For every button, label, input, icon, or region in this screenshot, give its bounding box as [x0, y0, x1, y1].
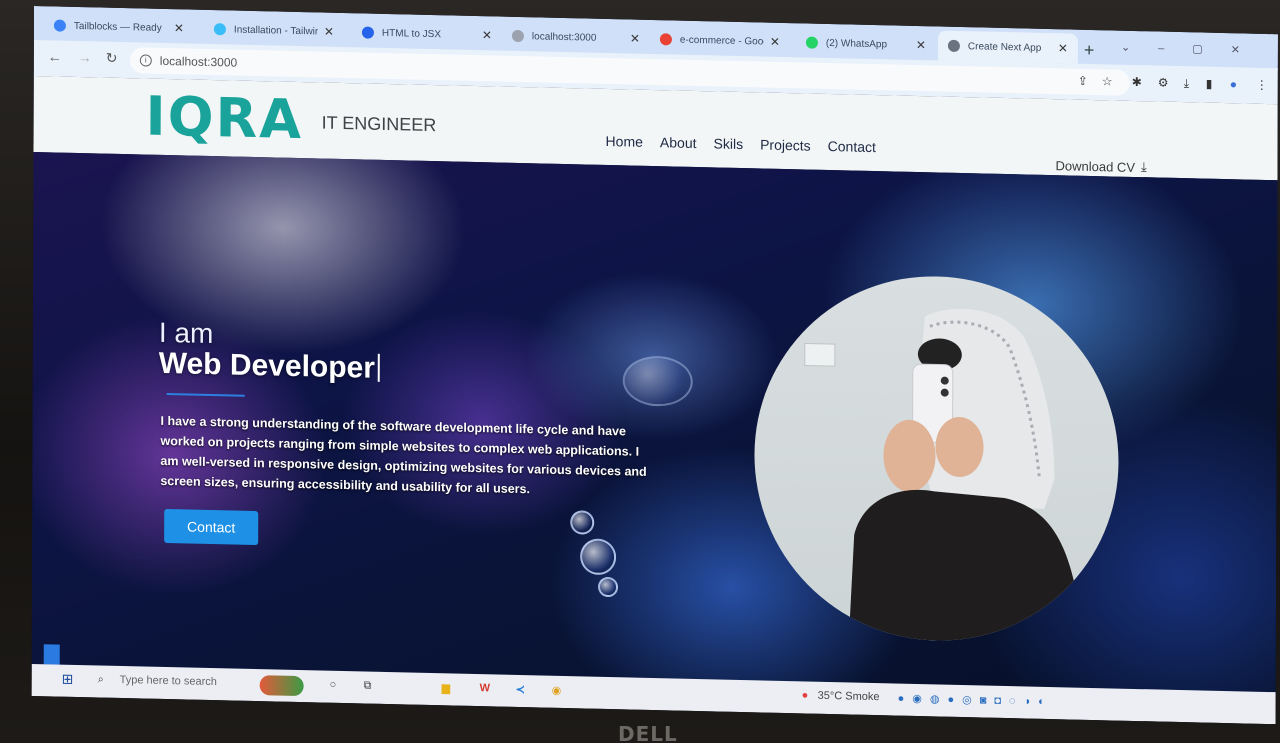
- download-icon: ⤓: [1140, 159, 1147, 175]
- weather-icon: ●: [801, 689, 809, 702]
- hero-underline-divider: [166, 393, 245, 397]
- download-cv-label: Download CV: [1055, 157, 1136, 175]
- download-icon[interactable]: ⤓: [1184, 76, 1189, 91]
- laptop-brand-logo: DELL: [618, 722, 678, 743]
- tab-html-to-jsx[interactable]: HTML to JSX ✕: [352, 17, 502, 50]
- file-explorer-icon[interactable]: ▆: [442, 681, 451, 694]
- tab-label: e-commerce - Goog: [679, 34, 764, 48]
- tab-label: (2) WhatsApp: [825, 37, 888, 50]
- tab-localhost[interactable]: localhost:3000 ✕: [502, 21, 650, 54]
- new-tab-plus-icon[interactable]: +: [1084, 40, 1095, 61]
- photo-of-laptop-screen: Tailblocks — Ready ✕ Installation - Tail…: [0, 0, 1280, 743]
- search-icon[interactable]: ⌕: [98, 673, 104, 686]
- task-view-icon[interactable]: ⧉: [364, 679, 372, 692]
- tab-favicon-icon: [361, 26, 374, 39]
- menu-kebab-icon[interactable]: ⋮: [1256, 78, 1268, 92]
- tab-close-icon[interactable]: ✕: [324, 25, 334, 39]
- tab-installation-tailwind[interactable]: Installation - Tailwind ✕: [204, 14, 344, 47]
- weather-status[interactable]: 35°C Smoke: [818, 690, 880, 703]
- bubble-decoration: [622, 355, 693, 407]
- tab-tailblocks[interactable]: Tailblocks — Ready ✕: [44, 10, 194, 43]
- tab-favicon-icon: [511, 29, 524, 43]
- tab-ecommerce-google[interactable]: e-commerce - Goog ✕: [650, 24, 790, 57]
- bubble-decoration: [580, 538, 617, 576]
- hero-intro: I am: [158, 316, 214, 350]
- tab-close-icon[interactable]: ✕: [770, 35, 780, 49]
- chrome-icon[interactable]: ◉: [552, 684, 562, 697]
- site-info-icon[interactable]: i: [139, 54, 152, 67]
- extension-pin-icon[interactable]: ✱: [1132, 75, 1142, 89]
- back-arrow-icon[interactable]: ←: [48, 48, 62, 64]
- tab-favicon-icon: [213, 23, 226, 36]
- hero-role-heading: Web Developer: [159, 347, 380, 386]
- contact-button[interactable]: Contact: [164, 508, 259, 546]
- hero-bio: I have a strong understanding of the sof…: [160, 413, 647, 497]
- tab-favicon-icon: [53, 19, 66, 32]
- scroll-indicator: [43, 644, 60, 665]
- nav-contact[interactable]: Contact: [828, 138, 876, 155]
- nav-home[interactable]: Home: [606, 133, 643, 150]
- tab-close-icon[interactable]: ✕: [1058, 41, 1068, 55]
- taskbar-search-input[interactable]: Type here to search: [120, 674, 217, 688]
- tab-label: HTML to JSX: [381, 27, 442, 40]
- nav-skills[interactable]: Skils: [713, 135, 743, 152]
- tab-favicon-icon: [805, 36, 818, 49]
- laptop-screen: Tailblocks — Ready ✕ Installation - Tail…: [31, 6, 1278, 725]
- tab-favicon-icon: [659, 33, 672, 46]
- share-icon[interactable]: ⇪: [1078, 74, 1088, 88]
- tab-close-icon[interactable]: ✕: [482, 28, 492, 42]
- tab-whatsapp[interactable]: (2) WhatsApp ✕: [796, 27, 936, 60]
- hero-section: I am Web Developer I have a strong under…: [31, 151, 1278, 701]
- download-cv-button[interactable]: Download CV ⤓: [1055, 157, 1146, 175]
- tab-label: Tailblocks — Ready: [73, 20, 162, 34]
- tab-close-icon[interactable]: ✕: [630, 32, 640, 46]
- main-nav: Home About Skils Projects Contact: [606, 133, 876, 155]
- reload-icon[interactable]: ↻: [106, 50, 118, 67]
- nav-projects[interactable]: Projects: [760, 136, 811, 153]
- tab-label: localhost:3000: [531, 30, 597, 44]
- bubble-decoration: [570, 510, 595, 535]
- windows-start-icon[interactable]: ⊞: [62, 671, 74, 688]
- vscode-icon[interactable]: ≺: [516, 683, 525, 696]
- extensions-icon[interactable]: ⚙: [1158, 76, 1169, 90]
- typing-cursor: [377, 353, 380, 382]
- tab-create-next-app[interactable]: Create Next App ✕: [937, 30, 1078, 64]
- profile-photo: [753, 272, 1120, 645]
- taskbar-weather-widget-icon[interactable]: [259, 675, 304, 697]
- profile-avatar-icon[interactable]: ●: [1230, 77, 1237, 91]
- window-controls[interactable]: ⌄–▢✕: [1121, 41, 1268, 57]
- tab-close-icon[interactable]: ✕: [916, 38, 926, 52]
- bookmark-star-icon[interactable]: ☆: [1102, 74, 1113, 88]
- forward-arrow-icon[interactable]: →: [78, 49, 92, 65]
- side-panel-icon[interactable]: ▮: [1206, 77, 1213, 91]
- site-tagline: IT ENGINEER: [321, 112, 437, 136]
- cortana-icon[interactable]: ○: [330, 679, 337, 691]
- wps-office-icon[interactable]: W: [480, 682, 490, 694]
- system-tray-icons[interactable]: ●◉◍●◎◙◘◌◑◐: [898, 692, 1053, 709]
- bubble-decoration: [597, 576, 619, 598]
- address-url[interactable]: localhost:3000: [160, 54, 237, 70]
- profile-photo-illustration: [804, 308, 1084, 644]
- nav-about[interactable]: About: [660, 134, 697, 151]
- tab-label: Create Next App: [967, 40, 1042, 54]
- tab-favicon-icon: [947, 39, 960, 53]
- tab-close-icon[interactable]: ✕: [174, 21, 184, 35]
- site-logo[interactable]: IQRA: [146, 85, 304, 152]
- tab-label: Installation - Tailwind: [233, 24, 318, 37]
- hero-role-text: Web Developer: [158, 346, 376, 385]
